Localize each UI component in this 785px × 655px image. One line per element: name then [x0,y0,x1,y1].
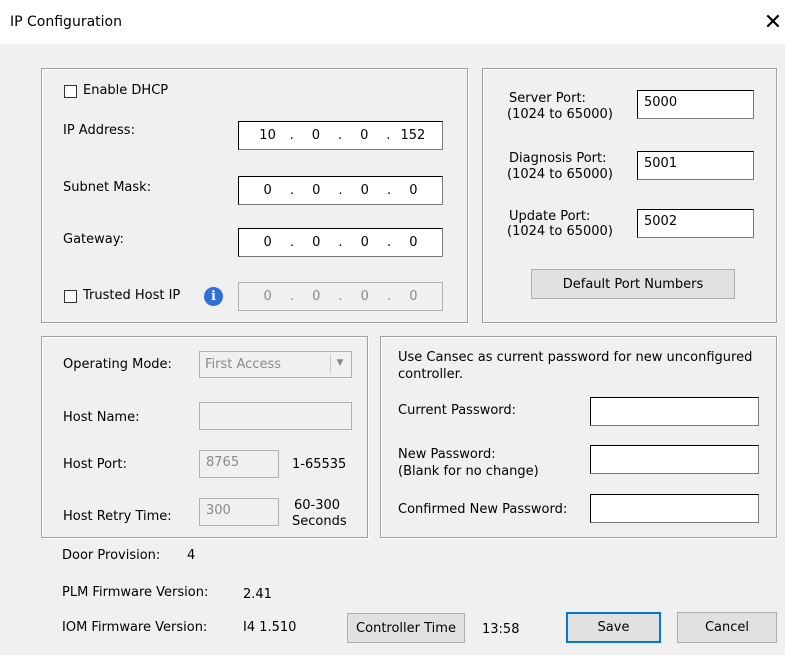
ip-octet: 0 [360,128,369,143]
ip-dot: . [338,183,343,198]
operating-mode-select: First Access ▼ [199,351,352,378]
host-port-label: Host Port: [63,457,127,472]
update-port-input[interactable]: 5002 [637,209,754,238]
enable-dhcp-checkbox[interactable] [64,85,77,98]
ip-octet: 0 [312,289,321,304]
ip-dot: . [338,289,343,304]
iom-firmware-value: I4 1.510 [243,620,297,635]
host-retry-input: 300 [199,498,279,526]
host-name-label: Host Name: [63,410,140,425]
ip-octet: 0 [263,289,272,304]
current-password-input[interactable] [590,397,759,426]
ip-dot: . [386,235,392,250]
ip-octet: 0 [311,128,321,143]
host-port-input: 8765 [199,450,279,478]
server-port-range: (1024 to 65000) [507,107,613,122]
cancel-button[interactable]: Cancel [677,612,777,643]
ip-address-field[interactable]: 10. 0. 0. 152 [238,121,443,150]
new-password-input[interactable] [590,445,759,474]
ip-dot: . [386,289,392,304]
ip-dot: . [289,128,294,143]
trusted-host-checkbox[interactable] [64,290,77,303]
trusted-host-label: Trusted Host IP [83,288,181,303]
ip-octet: 0 [409,289,418,304]
host-retry-range: 60-300 [294,498,341,513]
ip-octet: 0 [263,235,272,250]
operating-mode-label: Operating Mode: [63,357,172,372]
save-button[interactable]: Save [566,612,661,643]
new-password-label: New Password: [398,447,496,462]
close-icon[interactable]: ✕ [762,9,784,37]
ip-dot: . [337,128,343,143]
ip-octet: 0 [360,289,369,304]
window-title: IP Configuration [10,14,122,30]
ip-octet: 0 [263,183,272,198]
diagnosis-port-label: Diagnosis Port: [509,151,607,166]
door-provision-value: 4 [187,548,196,563]
host-retry-label: Host Retry Time: [63,509,172,524]
diagnosis-port-range: (1024 to 65000) [507,167,613,182]
plm-firmware-value: 2.41 [243,587,272,602]
ip-dot: . [289,183,294,198]
ip-dot: . [289,289,294,304]
subnet-mask-label: Subnet Mask: [63,180,152,195]
plm-firmware-label: PLM Firmware Version: [62,585,209,600]
confirm-password-label: Confirmed New Password: [398,502,568,517]
subnet-mask-field[interactable]: 0. 0. 0. 0 [238,176,443,205]
chevron-down-icon: ▼ [330,354,349,373]
current-password-label: Current Password: [398,403,517,418]
ip-octet: 0 [312,235,321,250]
password-note: Use Cansec as current password for new u… [398,350,753,382]
operating-mode-value: First Access [205,357,281,372]
update-port-label: Update Port: [509,209,591,224]
host-retry-unit: Seconds [292,514,347,529]
host-port-range: 1-65535 [292,457,347,472]
host-name-input [199,402,352,430]
ip-address-label: IP Address: [63,123,135,138]
enable-dhcp-label: Enable DHCP [83,83,169,98]
gateway-label: Gateway: [63,232,124,247]
controller-time-value: 13:58 [482,622,520,637]
new-password-hint: (Blank for no change) [398,464,539,479]
ip-octet: 0 [360,235,369,250]
ip-dot: . [386,183,392,198]
server-port-label: Server Port: [509,91,586,106]
ip-octet: 0 [409,183,418,198]
ip-octet: 152 [400,128,426,143]
diagnosis-port-input[interactable]: 5001 [637,151,754,180]
ip-dot: . [289,235,294,250]
trusted-host-ip-field: 0. 0. 0. 0 [238,282,443,311]
ip-octet: 0 [360,183,369,198]
default-port-numbers-button[interactable]: Default Port Numbers [531,269,735,299]
ip-octet: 0 [409,235,418,250]
ip-octet: 0 [312,183,321,198]
ip-octet: 10 [259,128,276,143]
gateway-field[interactable]: 0. 0. 0. 0 [238,228,443,257]
iom-firmware-label: IOM Firmware Version: [62,620,208,635]
server-port-input[interactable]: 5000 [637,90,754,119]
ip-dot: . [338,235,343,250]
controller-time-button[interactable]: Controller Time [347,613,465,643]
info-icon[interactable]: i [204,287,223,306]
confirm-password-input[interactable] [590,494,759,523]
update-port-range: (1024 to 65000) [507,224,613,239]
door-provision-label: Door Provision: [62,548,161,563]
ip-dot: . [386,128,391,143]
